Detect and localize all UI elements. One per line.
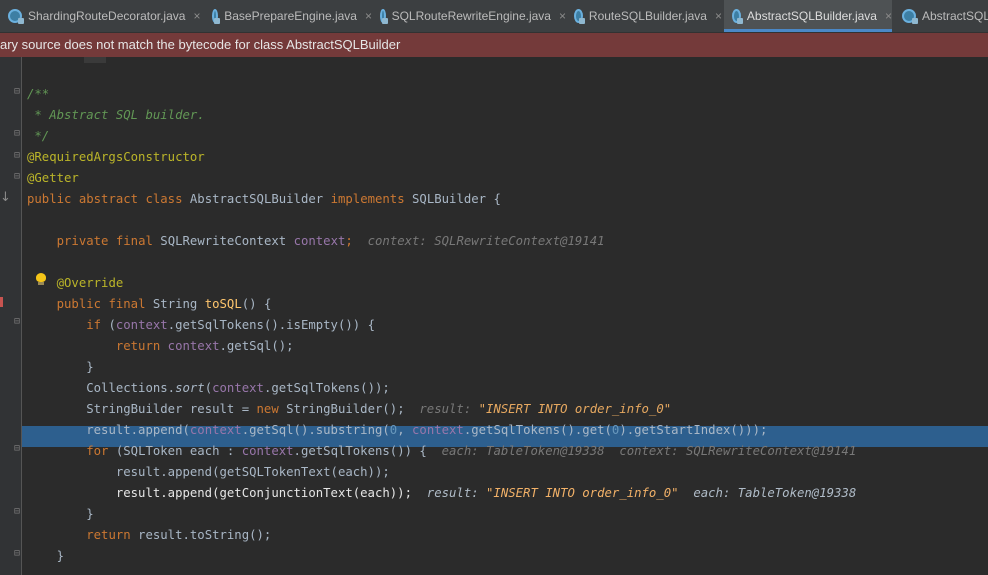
close-icon[interactable]: × xyxy=(715,9,722,23)
code-line: } xyxy=(56,549,65,563)
code-line-field: private final SQLRewriteContext context;… xyxy=(56,234,605,248)
editor-tab-bar: ShardingRouteDecorator.java × BasePrepar… xyxy=(0,0,988,33)
debug-inline-value: result: xyxy=(426,486,487,500)
debug-inline-value: "INSERT INTO order_info_0" xyxy=(486,486,679,500)
code-line: if (context.getSqlTokens().isEmpty()) { xyxy=(86,318,375,332)
tab-label: AbstractSQLB xyxy=(922,9,988,23)
code-editor[interactable]: /** * Abstract SQL builder. */ @Required… xyxy=(0,57,988,575)
code-line: @Override xyxy=(56,276,124,290)
code-line-method-declaration: public final String toSQL() { xyxy=(56,297,272,311)
java-class-file-icon xyxy=(574,9,585,24)
debug-inline-value: each: TableToken@19338 xyxy=(441,444,605,458)
java-class-file-icon xyxy=(732,9,743,24)
java-class-file-icon xyxy=(902,9,918,24)
banner-text: ary source does not match the bytecode f… xyxy=(0,37,401,52)
code-line: return context.getSql(); xyxy=(115,339,294,353)
java-class-file-icon xyxy=(380,9,388,24)
code-line: result.append(context.getSql().substring… xyxy=(86,423,768,437)
tab-abstract-sql-builder[interactable]: AbstractSQLBuilder.java × xyxy=(724,0,892,32)
tab-route-sql-builder[interactable]: RouteSQLBuilder.java × xyxy=(574,0,722,32)
code-line: */ xyxy=(27,129,50,143)
debug-inline-value: context: SQLRewriteContext@19141 xyxy=(619,444,857,458)
code-line: return result.toString(); xyxy=(86,528,272,542)
tab-label: AbstractSQLBuilder.java xyxy=(746,9,877,23)
close-icon[interactable]: × xyxy=(559,9,566,23)
debug-inline-value: each: TableToken@19338 xyxy=(693,486,857,500)
tab-sql-route-rewrite-engine[interactable]: SQLRouteRewriteEngine.java × xyxy=(380,0,566,32)
debug-inline-value: result: xyxy=(419,402,479,416)
close-icon[interactable]: × xyxy=(885,9,892,23)
tab-label: RouteSQLBuilder.java xyxy=(588,9,707,23)
code-line: @Getter xyxy=(27,171,79,185)
tab-sharding-route-decorator[interactable]: ShardingRouteDecorator.java × xyxy=(8,0,204,32)
close-icon[interactable]: × xyxy=(365,9,372,23)
debug-inline-value: "INSERT INTO order_info_0" xyxy=(478,402,672,416)
source-mismatch-banner: ary source does not match the bytecode f… xyxy=(0,33,988,57)
code-line: /** xyxy=(27,87,50,101)
tab-label: SQLRouteRewriteEngine.java xyxy=(391,9,551,23)
code-line: result.append(getSQLTokenText(each)); xyxy=(115,465,390,479)
code-line: @RequiredArgsConstructor xyxy=(27,150,205,164)
code-line-current: result.append(getConjunctionText(each));… xyxy=(115,486,857,500)
code-line: } xyxy=(86,507,94,521)
code-line: StringBuilder result = new StringBuilder… xyxy=(86,402,672,416)
tab-label: BasePrepareEngine.java xyxy=(224,9,357,23)
code-line: * Abstract SQL builder. xyxy=(27,108,205,122)
tab-label: ShardingRouteDecorator.java xyxy=(28,9,186,23)
code-line: Collections.sort(context.getSqlTokens())… xyxy=(86,381,390,395)
code-line-class-declaration: public abstract class AbstractSQLBuilder… xyxy=(27,192,501,206)
code-line: for (SQLToken each : context.getSqlToken… xyxy=(86,444,857,458)
tab-abstract-sql-builder-overflow[interactable]: AbstractSQLB xyxy=(902,0,988,32)
code-line: } xyxy=(86,360,94,374)
java-class-file-icon xyxy=(8,9,24,24)
java-class-file-icon xyxy=(212,9,221,24)
close-icon[interactable]: × xyxy=(193,9,200,23)
tab-base-prepare-engine[interactable]: BasePrepareEngine.java × xyxy=(212,0,372,32)
debug-inline-value: context: SQLRewriteContext@19141 xyxy=(367,234,605,248)
